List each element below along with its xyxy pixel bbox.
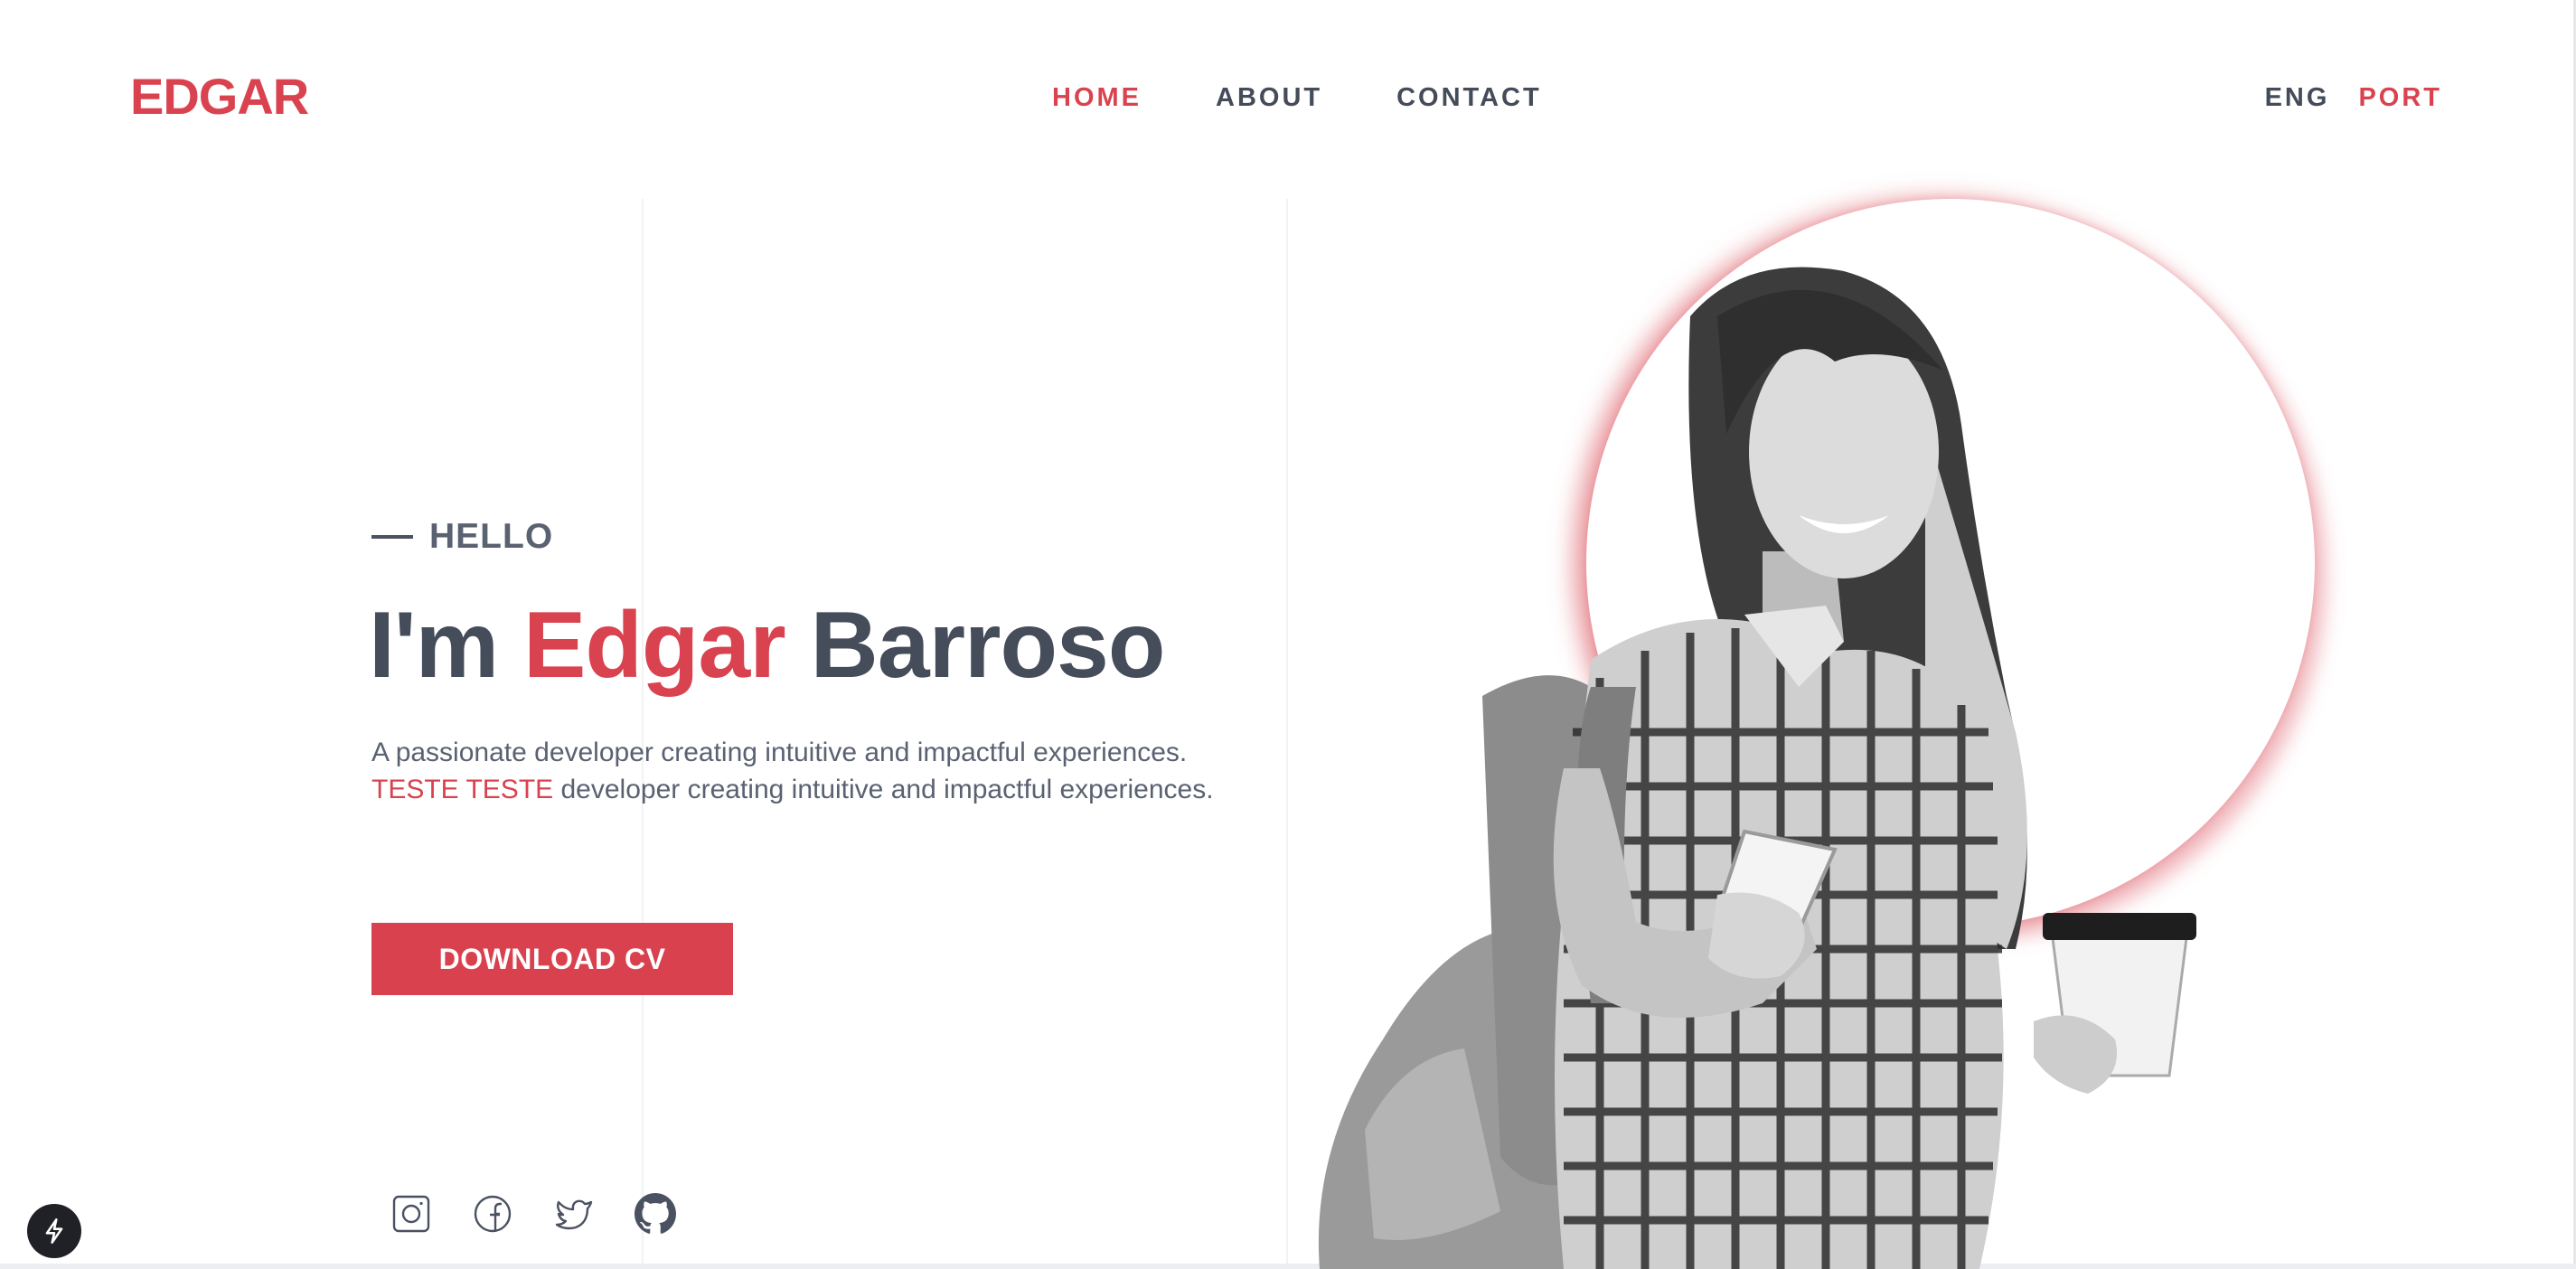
- hero-description: A passionate developer creating intuitiv…: [371, 734, 1214, 808]
- site-logo[interactable]: EDGAR: [130, 67, 309, 126]
- greeting-dash: [371, 535, 413, 539]
- quick-action-button[interactable]: [27, 1204, 81, 1258]
- main-nav: HOME ABOUT CONTACT: [1052, 83, 1542, 113]
- twitter-icon[interactable]: [553, 1193, 595, 1235]
- description-line-1: A passionate developer creating intuitiv…: [371, 738, 1188, 767]
- lightning-icon: [45, 1218, 63, 1244]
- headline-first-name: Edgar: [523, 593, 786, 698]
- download-cv-button[interactable]: DOWNLOAD CV: [371, 923, 733, 995]
- github-icon[interactable]: [635, 1193, 676, 1235]
- language-switcher: ENG PORT: [2265, 83, 2442, 113]
- nav-contact[interactable]: CONTACT: [1396, 83, 1542, 113]
- description-accent: TESTE TESTE: [371, 775, 554, 804]
- lang-eng[interactable]: ENG: [2265, 83, 2330, 113]
- hero-headline: I'm Edgar Barroso: [369, 592, 1166, 700]
- grid-line: [1286, 199, 1288, 1269]
- facebook-icon[interactable]: [472, 1193, 513, 1235]
- instagram-icon[interactable]: [390, 1193, 432, 1235]
- description-line-2: TESTE TESTE developer creating intuitive…: [371, 771, 1214, 808]
- nav-about[interactable]: ABOUT: [1216, 83, 1322, 113]
- greeting: HELLO: [371, 517, 553, 557]
- description-rest: developer creating intuitive and impactf…: [553, 775, 1214, 804]
- greeting-text: HELLO: [429, 517, 554, 556]
- social-links: [390, 1193, 676, 1235]
- headline-prefix: I'm: [369, 593, 523, 698]
- lang-port[interactable]: PORT: [2358, 83, 2442, 113]
- headline-last-name: Barroso: [785, 593, 1166, 698]
- nav-home[interactable]: HOME: [1052, 83, 1142, 113]
- hero-person-image: [1318, 267, 2196, 1269]
